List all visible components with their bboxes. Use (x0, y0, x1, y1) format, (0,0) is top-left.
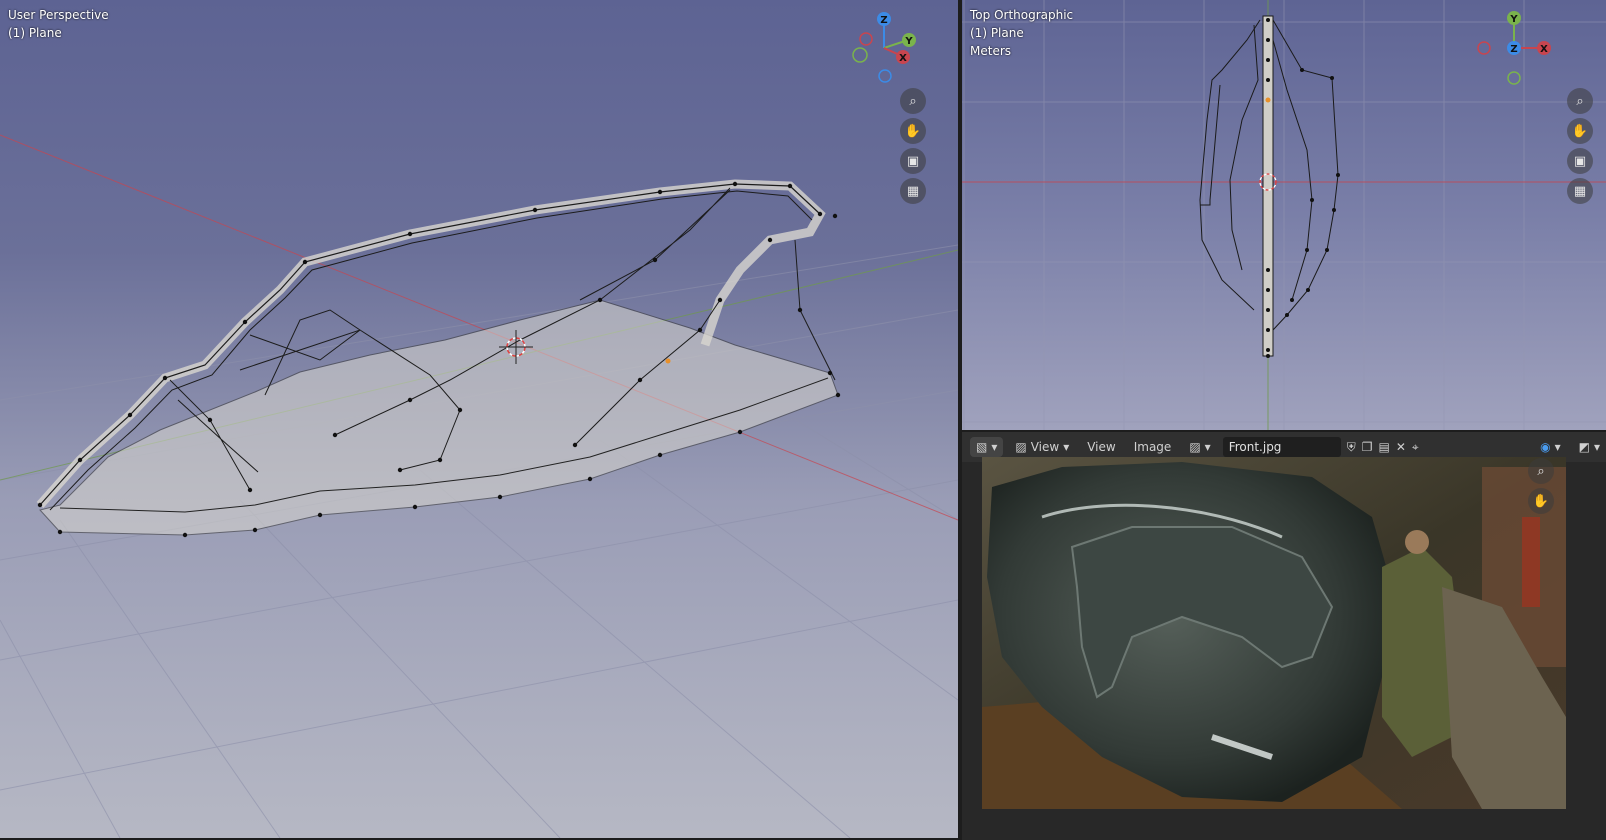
fake-user-shield-icon[interactable]: ⛨ (1347, 440, 1356, 455)
close-icon[interactable]: ✕ (1396, 440, 1406, 454)
chevron-down-icon: ▾ (1554, 440, 1561, 454)
image-menu[interactable]: Image (1128, 437, 1178, 457)
view-mode-dropdown[interactable]: ▨ View ▾ (1009, 437, 1075, 457)
overlay-toggle[interactable]: ◉ ▾ (1534, 437, 1567, 457)
perspective-scene (0, 134, 958, 838)
hand-pan-icon[interactable]: ✋ (900, 118, 926, 144)
gizmo-z-label: Z (880, 15, 887, 26)
perspective-grid-icon[interactable]: ▦ (900, 178, 926, 204)
editor-type-button[interactable]: ▧ ▾ (970, 437, 1004, 457)
image-mode-icon: ▨ (1015, 440, 1027, 454)
chevron-down-icon: ▾ (1593, 440, 1600, 454)
chevron-down-icon: ▾ (1063, 440, 1070, 454)
camera-icon[interactable]: ▣ (900, 148, 926, 174)
zoom-icon[interactable]: ⌕ (900, 88, 926, 114)
hand-pan-icon[interactable]: ✋ (1528, 488, 1554, 514)
camera-icon[interactable]: ▣ (1567, 148, 1593, 174)
browse-image-button[interactable]: ▨ ▾ (1183, 437, 1216, 457)
pin-icon[interactable]: ⌖ (1412, 440, 1419, 455)
display-channels-button[interactable]: ◩ ▾ (1573, 437, 1606, 457)
object-label: (1) Plane (8, 26, 62, 40)
units-label: Meters (970, 44, 1012, 58)
view-menu[interactable]: View (1081, 437, 1121, 457)
hand-pan-icon[interactable]: ✋ (1567, 118, 1593, 144)
image-editor-icon: ▧ (976, 440, 988, 454)
zoom-icon[interactable]: ⌕ (1528, 458, 1554, 484)
view-name-label: Top Orthographic (970, 8, 1074, 22)
top-orthographic-viewport[interactable]: Top Orthographic (1) Plane Meters Y Z X … (962, 0, 1606, 430)
channels-icon: ◩ (1578, 440, 1590, 454)
gizmo-x-label: X (899, 53, 907, 64)
perspective-viewport[interactable]: User Perspective (1) Plane Z Y X ⌕ ✋ ▣ ▦ (0, 0, 958, 838)
navigation-gizmo[interactable]: Y Z X (1474, 8, 1564, 88)
object-label: (1) Plane (970, 26, 1024, 40)
view-mode-label: View (1030, 440, 1060, 454)
chevron-down-icon: ▾ (1204, 440, 1211, 454)
chevron-down-icon: ▾ (991, 440, 998, 454)
zoom-icon[interactable]: ⌕ (1567, 88, 1593, 114)
image-browse-icon: ▨ (1189, 440, 1201, 454)
overlay-icon: ◉ (1540, 440, 1551, 454)
gizmo-y-label: Y (904, 36, 913, 47)
gizmo-x-label: X (1540, 44, 1548, 55)
image-editor[interactable]: ▧ ▾ ▨ View ▾ View Image ▨ ▾ Front.jpg ⛨ … (962, 432, 1606, 840)
image-name-field[interactable]: Front.jpg (1222, 437, 1341, 457)
ortho-grid-icon[interactable]: ▦ (1567, 178, 1593, 204)
gizmo-y-label: Y (1509, 14, 1518, 25)
view-name-label: User Perspective (8, 8, 109, 22)
new-image-icon[interactable]: ❐ (1362, 440, 1373, 454)
reference-image (982, 457, 1566, 809)
gizmo-z-label: Z (1510, 44, 1517, 55)
open-folder-icon[interactable]: ▤ (1378, 440, 1389, 454)
navigation-gizmo[interactable]: Z Y X (848, 8, 920, 88)
